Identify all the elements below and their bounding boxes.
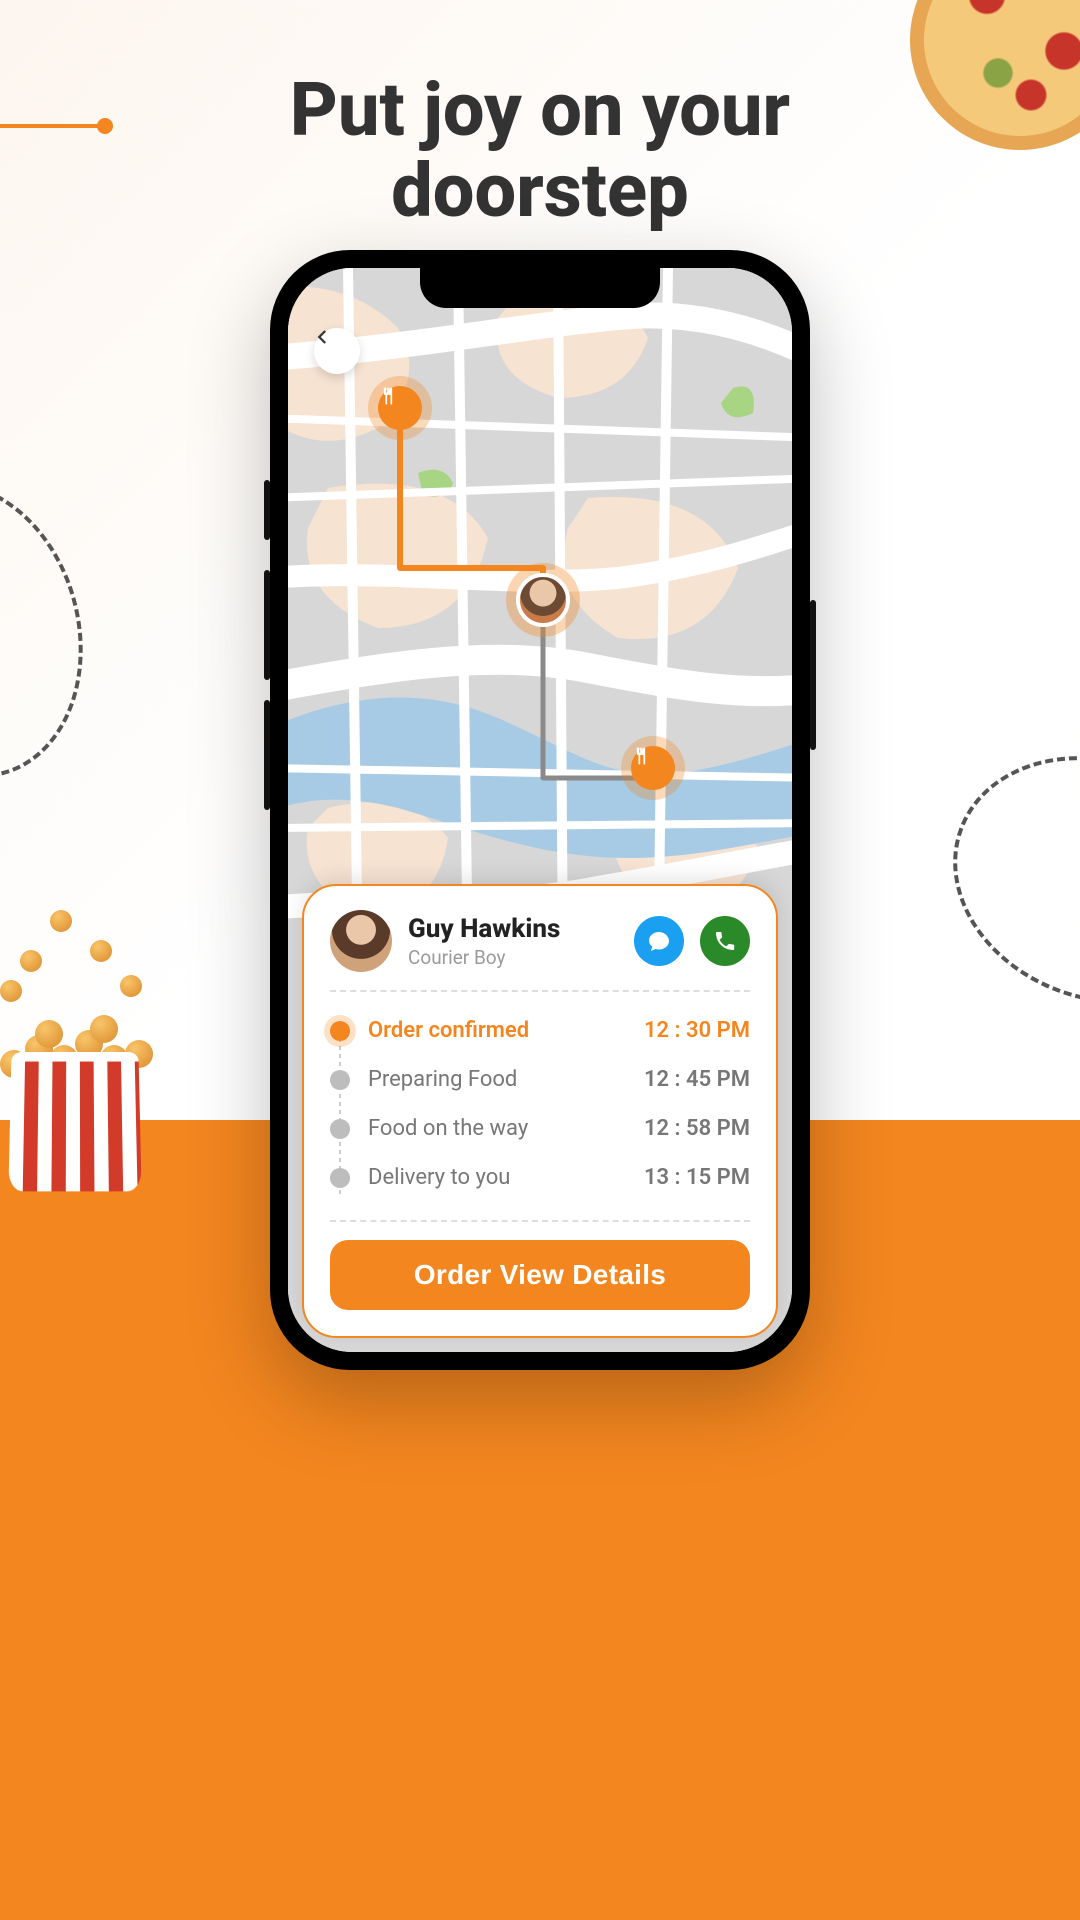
step-label: Delivery to you	[368, 1165, 626, 1190]
timeline-step: Delivery to you 13 : 15 PM	[330, 1153, 750, 1202]
step-time: 12 : 45 PM	[644, 1067, 750, 1092]
map-pin-restaurant[interactable]	[378, 386, 422, 430]
timeline-dot-active	[330, 1021, 350, 1041]
step-label: Order confirmed	[368, 1018, 626, 1043]
courier-row: Guy Hawkins Courier Boy	[330, 910, 750, 972]
chat-icon	[647, 929, 671, 953]
order-timeline: Order confirmed 12 : 30 PM Preparing Foo…	[330, 1006, 750, 1202]
timeline-step: Food on the way 12 : 58 PM	[330, 1104, 750, 1153]
map-pin-courier-avatar[interactable]	[516, 573, 570, 627]
step-label: Food on the way	[368, 1116, 626, 1141]
map-pin-destination[interactable]	[631, 746, 675, 790]
phone-icon	[713, 929, 737, 953]
promo-headline: Put joy on your doorstep	[0, 70, 1080, 233]
phone-mockup: Guy Hawkins Courier Boy Order confirmed …	[270, 250, 810, 1370]
call-button[interactable]	[700, 916, 750, 966]
step-time: 12 : 30 PM	[644, 1018, 750, 1043]
chat-button[interactable]	[634, 916, 684, 966]
decorative-dashed-circle	[0, 455, 115, 804]
timeline-step: Order confirmed 12 : 30 PM	[330, 1006, 750, 1055]
headline-line2: doorstep	[391, 148, 689, 235]
courier-role: Courier Boy	[408, 946, 618, 969]
phone-notch	[420, 268, 660, 308]
courier-name: Guy Hawkins	[408, 914, 618, 944]
utensils-icon	[631, 746, 651, 766]
timeline-step: Preparing Food 12 : 45 PM	[330, 1055, 750, 1104]
order-details-button[interactable]: Order View Details	[330, 1240, 750, 1310]
step-time: 13 : 15 PM	[644, 1165, 750, 1190]
separator	[330, 1220, 750, 1222]
separator	[330, 990, 750, 992]
back-button[interactable]	[314, 328, 360, 374]
utensils-icon	[378, 386, 398, 406]
chevron-left-icon	[314, 328, 332, 346]
headline-line1: Put joy on your	[290, 67, 790, 154]
order-status-sheet: Guy Hawkins Courier Boy Order confirmed …	[302, 884, 778, 1338]
step-time: 12 : 58 PM	[644, 1116, 750, 1141]
popcorn-decor	[0, 970, 180, 1190]
timeline-dot	[330, 1168, 350, 1188]
courier-avatar[interactable]	[330, 910, 392, 972]
timeline-dot	[330, 1119, 350, 1139]
decorative-dashed-circle	[918, 716, 1080, 1044]
step-label: Preparing Food	[368, 1067, 626, 1092]
app-screen: Guy Hawkins Courier Boy Order confirmed …	[288, 268, 792, 1352]
timeline-dot	[330, 1070, 350, 1090]
